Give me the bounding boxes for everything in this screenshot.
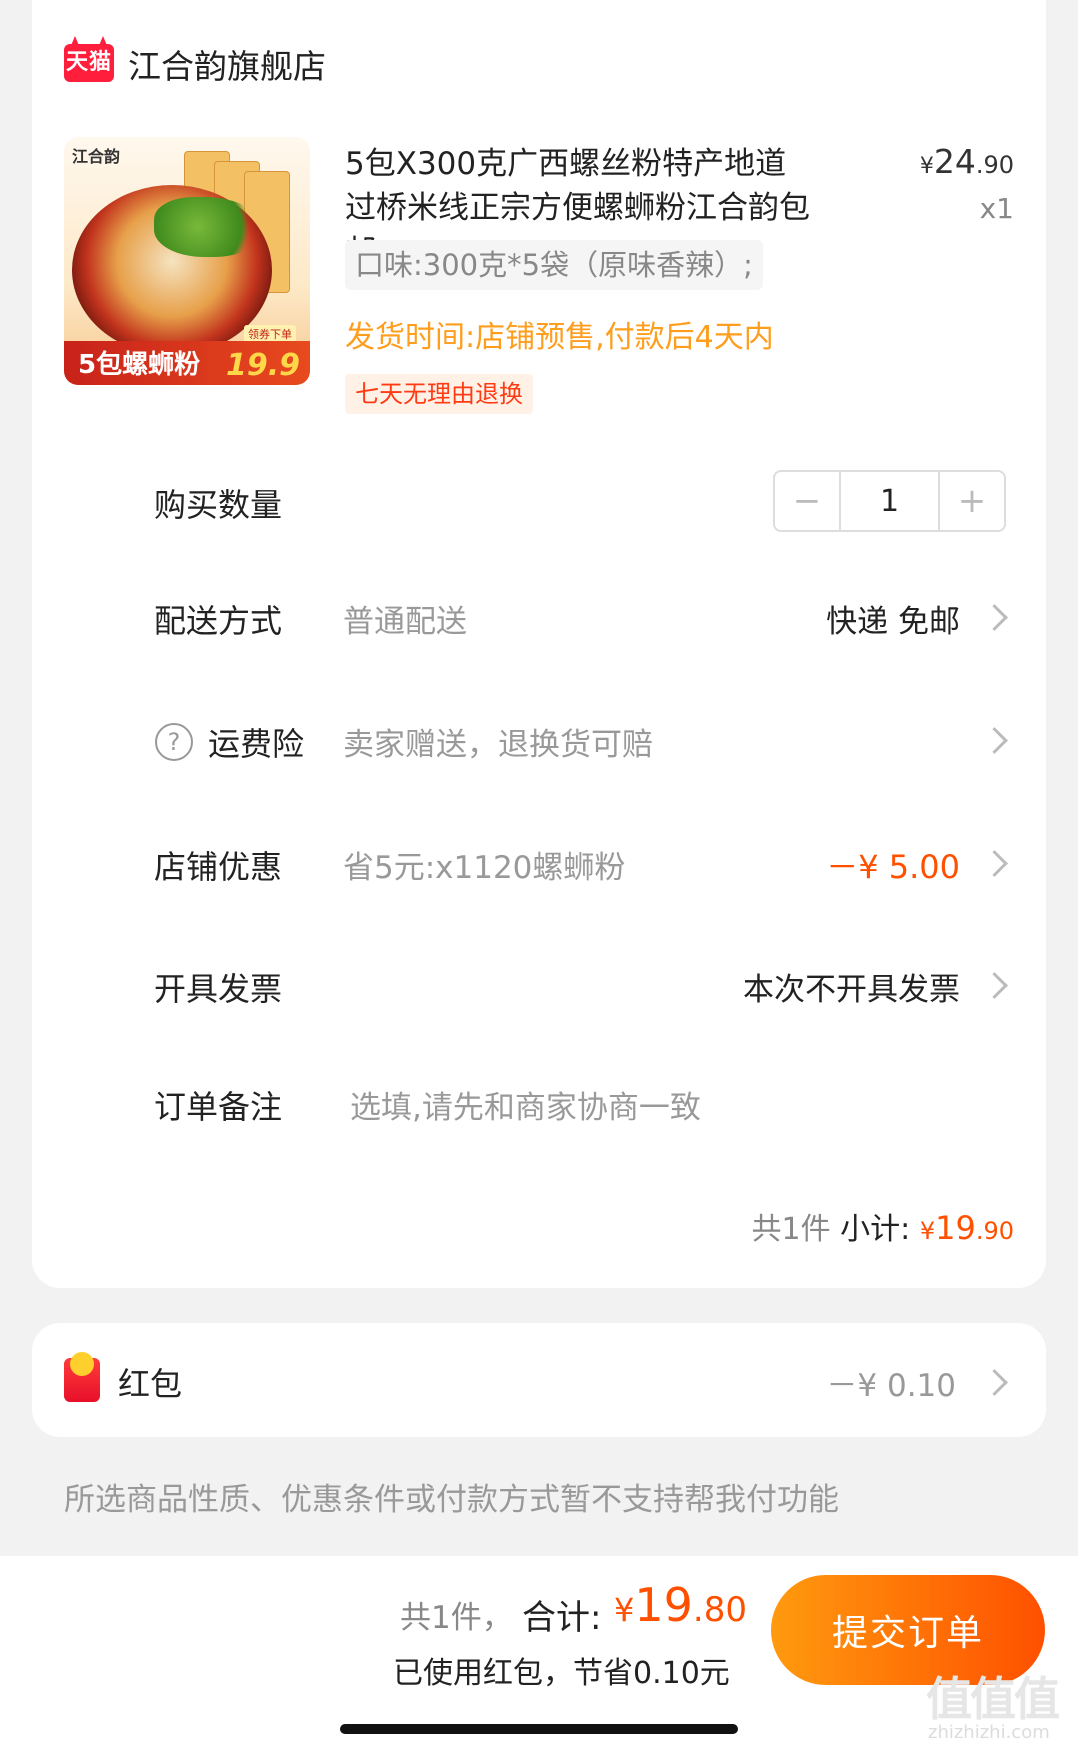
store-discount-label: 店铺优惠 [154, 848, 283, 886]
store-discount-value[interactable]: －¥ 5.00 [826, 842, 960, 888]
chevron-right-icon[interactable] [981, 727, 1008, 754]
total-currency: ¥ [614, 1591, 635, 1629]
shipping-time: 发货时间:店铺预售,付款后4天内 [345, 320, 774, 355]
chevron-right-icon[interactable] [981, 972, 1008, 999]
delivery-method: 普通配送 [343, 604, 467, 640]
watermark-logo: 值值值 [926, 1672, 1060, 1726]
total-price: ¥19.80 [614, 1578, 747, 1632]
red-packet-card[interactable]: 红包 －¥ 0.10 [32, 1323, 1046, 1437]
store-discount-desc: 省5元:x1120螺蛳粉 [343, 850, 626, 886]
savings-text: 已使用红包，节省0.10元 [393, 1656, 730, 1691]
subtotal-price: ¥19.90 [920, 1209, 1014, 1247]
decrement-button[interactable]: − [775, 472, 839, 530]
product-price: ¥24.90 [920, 142, 1014, 181]
red-packet-icon [64, 1352, 100, 1402]
product-quantity: x1 [979, 192, 1014, 225]
subtotal-int: 19 [935, 1209, 976, 1247]
subtotal-decimal: .90 [975, 1217, 1014, 1245]
insurance-label: 运费险 [208, 725, 305, 763]
home-indicator[interactable] [340, 1724, 738, 1734]
product-image[interactable]: 江合韵 领券下单 5包螺蛳粉 19.9 [64, 137, 310, 385]
delivery-value[interactable]: 快递 免邮 [826, 596, 960, 641]
tmall-logo-icon: 天猫 [64, 44, 114, 82]
increment-button[interactable]: + [940, 472, 1004, 530]
total-int: 19 [634, 1578, 693, 1632]
store-order-card: 天猫 江合韵旗舰店 江合韵 领券下单 5包螺蛳粉 19.9 5包X300克广西螺… [32, 0, 1046, 1288]
price-currency: ¥ [919, 154, 934, 179]
red-packet-label: 红包 [118, 1365, 183, 1403]
product-spec[interactable]: 口味:300克*5袋（原味香辣）; [345, 240, 763, 290]
price-int: 24 [933, 142, 976, 181]
quantity-value[interactable]: 1 [839, 472, 940, 530]
chevron-right-icon[interactable] [981, 604, 1008, 631]
product-image-price: 19.9 [225, 348, 300, 383]
chevron-right-icon[interactable] [981, 1369, 1008, 1396]
invoice-value[interactable]: 本次不开具发票 [743, 964, 960, 1009]
invoice-label: 开具发票 [154, 970, 283, 1008]
total-decimal: .80 [692, 1590, 747, 1630]
product-image-banner-text: 5包螺蛳粉 [78, 350, 201, 380]
subtotal-count: 共1件 [751, 1212, 831, 1247]
return-policy-badge: 七天无理由退换 [345, 374, 533, 414]
product-image-brand: 江合韵 [72, 147, 121, 166]
delivery-label: 配送方式 [154, 602, 283, 640]
order-note-input[interactable]: 选填,请先和商家协商一致 [350, 1082, 701, 1127]
insurance-desc: 卖家赠送，退换货可赔 [343, 727, 653, 763]
subtotal: 共1件 小计: ¥19.90 [752, 1204, 1014, 1248]
help-icon[interactable]: ? [155, 723, 193, 761]
red-packet-value[interactable]: －¥ 0.10 [826, 1360, 956, 1405]
total-label: 合计: [522, 1598, 602, 1638]
watermark-url: zhizhizhi.com [928, 1722, 1050, 1743]
quantity-label: 购买数量 [154, 486, 283, 524]
quantity-stepper[interactable]: − 1 + [773, 470, 1006, 532]
store-name[interactable]: 江合韵旗舰店 [128, 40, 326, 88]
order-note-label: 订单备注 [154, 1088, 283, 1126]
chevron-right-icon[interactable] [981, 850, 1008, 877]
subtotal-currency: ¥ [919, 1217, 936, 1245]
payment-notice: 所选商品性质、优惠条件或付款方式暂不支持帮我付功能 [64, 1482, 839, 1518]
total-count: 共1件， [400, 1600, 513, 1636]
price-decimal: .90 [975, 151, 1014, 179]
subtotal-label: 小计: [840, 1212, 911, 1247]
